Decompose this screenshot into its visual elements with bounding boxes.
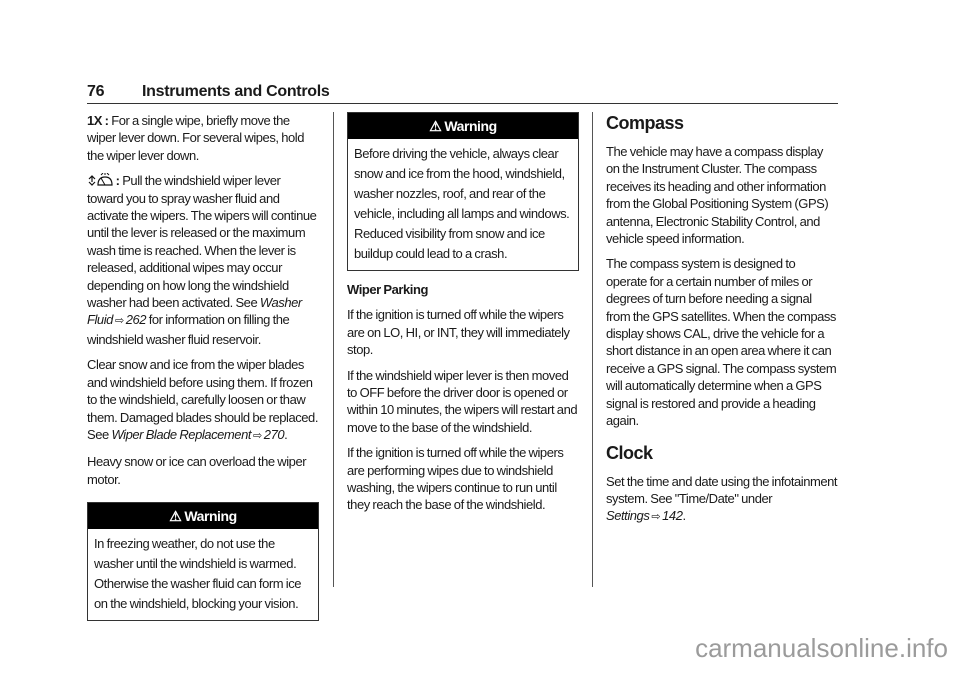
paragraph: The compass system is designed to operat… bbox=[606, 256, 837, 429]
subheading-wiper-parking: Wiper Parking bbox=[347, 282, 428, 297]
xref-arrow-icon: ⇨ bbox=[114, 315, 124, 328]
watermark: carmanualsonline.info bbox=[695, 633, 948, 663]
xref-page[interactable]: 270 bbox=[264, 427, 285, 442]
warning-text: In freezing weather, do not use the wash… bbox=[94, 536, 302, 612]
heading-clock: Clock bbox=[606, 442, 653, 463]
xref-page[interactable]: 142 bbox=[662, 508, 683, 523]
paragraph-clock: Set the time and date using the infotain… bbox=[606, 473, 838, 524]
warning-title: Warning bbox=[184, 508, 237, 525]
paragraph-clear-snow: Clear snow and ice from the wiper blades… bbox=[87, 357, 318, 442]
warning-icon: ⚠ bbox=[429, 118, 442, 134]
column-divider bbox=[592, 112, 593, 587]
paragraph-heavy-snow: Heavy snow or ice can overload the wiper… bbox=[87, 454, 307, 487]
xref-wiper-blade[interactable]: Wiper Blade Replacement bbox=[111, 427, 251, 442]
paragraph-washer: : Pull the windshield wiper lever toward… bbox=[87, 173, 317, 347]
section-title: Instruments and Controls bbox=[142, 83, 330, 100]
heading-compass: Compass bbox=[606, 113, 684, 133]
warning-header: ⚠ Warning bbox=[88, 503, 318, 530]
warning-box: ⚠ Warning Before driving the vehicle, al… bbox=[347, 112, 579, 271]
xref-settings[interactable]: Settings bbox=[606, 508, 650, 523]
paragraph: If the ignition is turned off while the … bbox=[347, 307, 570, 358]
warning-icon: ⚠ bbox=[169, 508, 182, 525]
warning-box: ⚠ Warning In freezing weather, do not us… bbox=[87, 502, 319, 622]
paragraph: The vehicle may have a compass display o… bbox=[606, 144, 829, 247]
paragraph: If the ignition is turned off while the … bbox=[347, 445, 564, 513]
xref-arrow-icon: ⇨ bbox=[651, 511, 661, 524]
page-number: 76 bbox=[87, 83, 105, 100]
warning-header: ⚠ Warning bbox=[348, 113, 578, 139]
page-header: 76 Instruments and Controls bbox=[87, 82, 838, 104]
column-divider bbox=[333, 112, 334, 587]
paragraph: If the windshield wiper lever is then mo… bbox=[347, 367, 578, 435]
xref-page[interactable]: 262 bbox=[126, 312, 147, 327]
warning-title: Warning bbox=[444, 118, 497, 134]
term-1x: 1X : bbox=[87, 113, 109, 128]
washer-wiper-icon bbox=[88, 173, 113, 187]
paragraph-1x: 1X : For a single wipe, briefly move the… bbox=[87, 113, 304, 163]
column-3: Compass The vehicle may have a compass d… bbox=[606, 112, 838, 535]
column-2: ⚠ Warning Before driving the vehicle, al… bbox=[347, 112, 579, 522]
column-1: 1X : For a single wipe, briefly move the… bbox=[87, 112, 319, 631]
xref-arrow-icon: ⇨ bbox=[253, 429, 262, 442]
warning-text: Before driving the vehicle, always clear… bbox=[354, 146, 570, 261]
